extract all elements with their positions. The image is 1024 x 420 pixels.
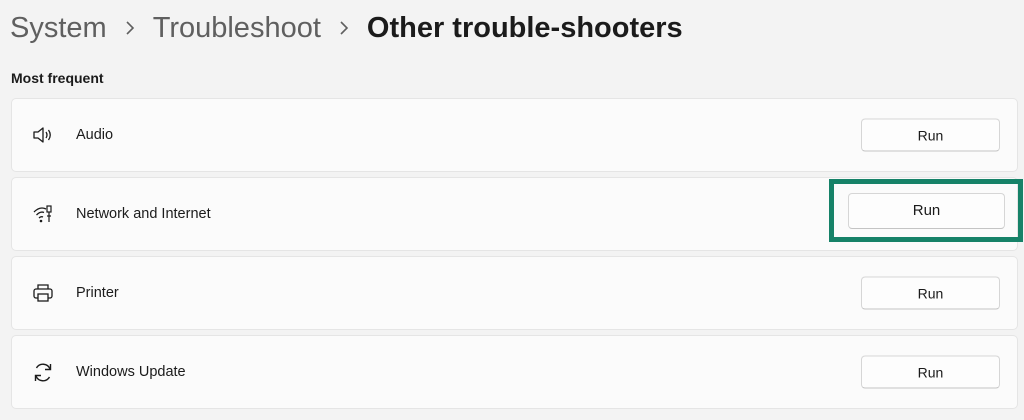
run-printer-button[interactable]: Run [861, 276, 1000, 310]
speaker-icon [32, 124, 54, 146]
page-title: Other trouble-shooters [366, 12, 683, 44]
run-audio-button[interactable]: Run [861, 118, 1000, 152]
section-title: Most frequent [11, 70, 104, 86]
run-windows-update-button[interactable]: Run [861, 355, 1000, 389]
troubleshooter-label: Audio [76, 127, 114, 143]
printer-icon [32, 282, 54, 304]
troubleshooter-label: Printer [76, 285, 119, 301]
troubleshooter-audio: Audio Run [11, 98, 1018, 172]
troubleshooter-windows-update: Windows Update Run [11, 335, 1018, 409]
troubleshooter-label: Network and Internet [76, 206, 211, 222]
troubleshooter-printer: Printer Run [11, 256, 1018, 330]
highlight-box: Run [829, 179, 1023, 242]
troubleshooter-label: Windows Update [76, 364, 186, 380]
chevron-right-icon [125, 21, 135, 35]
run-network-button[interactable]: Run [848, 192, 1005, 229]
chevron-right-icon [339, 21, 349, 35]
breadcrumb: System Troubleshoot Other trouble-shoote… [10, 8, 683, 48]
sync-icon [32, 361, 54, 383]
breadcrumb-troubleshoot[interactable]: Troubleshoot [153, 8, 321, 48]
breadcrumb-system[interactable]: System [10, 8, 107, 48]
network-icon [32, 203, 54, 225]
